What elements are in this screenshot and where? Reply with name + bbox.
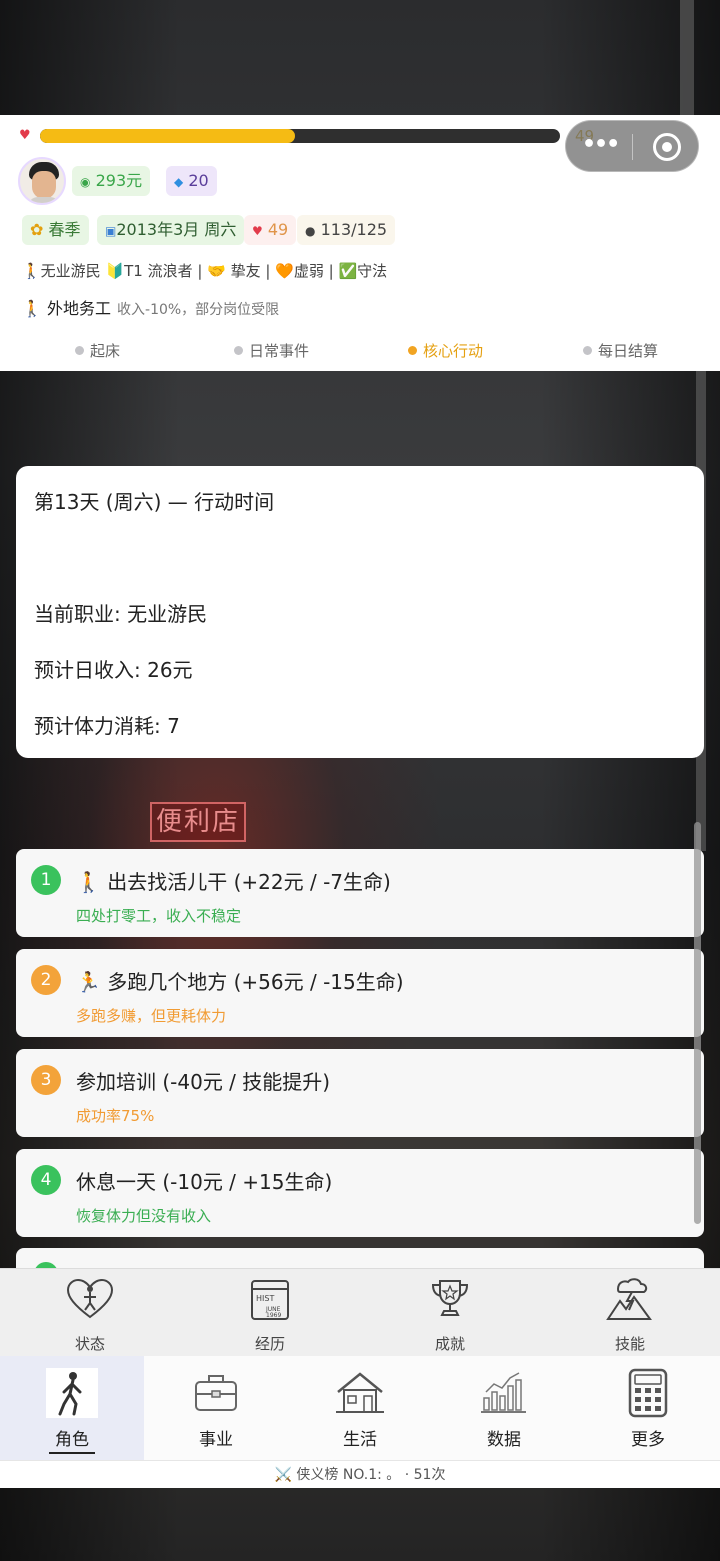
choice-subtitle: 恢复体力但没有收入 — [76, 1207, 212, 1225]
svg-text:HIST: HIST — [256, 1294, 274, 1303]
choices-scrollbar[interactable] — [694, 822, 701, 1224]
background-shop-sign: 便利店 — [150, 802, 246, 842]
calculator-grid-icon — [628, 1368, 668, 1418]
subnav-achievements[interactable]: 成就 — [360, 1269, 540, 1357]
tab-data[interactable]: 数据 — [432, 1356, 576, 1460]
choice-title: 🏃 多跑几个地方 (+56元 / -15生命) — [76, 970, 404, 994]
house-icon — [336, 1372, 384, 1413]
season-value: 春季 — [48, 220, 81, 239]
background-pole — [680, 0, 694, 115]
subnav-status[interactable]: 状态 — [0, 1269, 180, 1357]
choice-number: 4 — [31, 1165, 61, 1195]
hp-progress-bar — [40, 129, 560, 143]
avatar[interactable] — [18, 157, 66, 205]
main-tabbar: 角色 事业 生活 数据 更多 — [0, 1356, 720, 1460]
phase-daily-event: 日常事件 — [234, 340, 309, 361]
ranking-ticker[interactable]: ⚔️ 侠义榜 NO.1: 。 · 51次 — [0, 1460, 720, 1488]
debuff-title: 🚶 外地务工 — [22, 299, 112, 318]
hp-heart-icon: ♥ — [19, 128, 31, 143]
choice-title: 休息一天 (-10元 / +15生命) — [76, 1170, 333, 1194]
choice-subtitle: 成功率75% — [76, 1107, 155, 1125]
diamond-icon: ◆ — [174, 175, 184, 189]
action-choice[interactable]: 4 休息一天 (-10元 / +15生命) 恢复体力但没有收入 — [16, 1149, 704, 1237]
action-choice[interactable]: 2 🏃 多跑几个地方 (+56元 / -15生命) 多跑多赚，但更耗体力 — [16, 949, 704, 1037]
subnav-skills[interactable]: 技能 — [540, 1269, 720, 1357]
energy-badge: ● 113/125 — [297, 215, 396, 245]
briefcase-icon — [195, 1375, 237, 1411]
close-target-icon[interactable] — [653, 133, 681, 161]
choice-number: 2 — [31, 965, 61, 995]
tab-career[interactable]: 事业 — [144, 1356, 288, 1460]
walking-person-icon — [46, 1368, 98, 1418]
day-title: 第13天 (周六) — 行动时间 — [34, 490, 275, 514]
energy-value: 113/125 — [320, 220, 388, 239]
capsule-divider — [632, 134, 633, 160]
more-dots-icon[interactable]: ••• — [582, 132, 620, 157]
season-badge: ✿ 春季 — [22, 215, 89, 245]
character-status-tags: 🚶无业游民 🔰T1 流浪者 | 🤝 挚友 | 🧡虚弱 | ✅守法 — [22, 262, 388, 280]
action-choice[interactable]: 3 参加培训 (-40元 / 技能提升) 成功率75% — [16, 1049, 704, 1137]
choice-subtitle: 四处打零工，收入不稳定 — [76, 907, 242, 925]
heart-person-icon — [66, 1278, 114, 1319]
day-info-card: 第13天 (周六) — 行动时间 当前职业: 无业游民 预计日收入: 26元 预… — [16, 466, 704, 758]
phase-wake-up: 起床 — [75, 340, 120, 361]
choice-number: 3 — [31, 1065, 61, 1095]
bar-chart-icon — [481, 1372, 526, 1413]
choice-title: 参加培训 (-40元 / 技能提升) — [76, 1070, 331, 1094]
subnav-history[interactable]: HIST JUNE 1969 经历 — [180, 1269, 360, 1357]
tab-character[interactable]: 角色 — [0, 1356, 144, 1460]
miniprogram-capsule: ••• — [565, 120, 699, 172]
gem-badge: ◆ 20 — [166, 166, 217, 196]
gem-value: 20 — [188, 171, 209, 190]
choice-title: 🚶 出去找活儿干 (+22元 / -7生命) — [76, 870, 391, 894]
hp-progress-fill — [40, 129, 295, 143]
trophy-icon — [431, 1280, 469, 1316]
expected-income: 预计日收入: 26元 — [34, 658, 193, 682]
money-badge: ◉ 293元 — [72, 166, 151, 196]
choice-subtitle: 多跑多赚，但更耗体力 — [76, 1007, 227, 1025]
sunflower-icon: ✿ — [30, 220, 44, 239]
phase-daily-settlement: 每日结算 — [583, 340, 658, 361]
action-choice[interactable]: 1 🚶 出去找活儿干 (+22元 / -7生命) 四处打零工，收入不稳定 — [16, 849, 704, 937]
health-badge: ♥ 49 — [244, 215, 297, 245]
expected-stamina-cost: 预计体力消耗: 7 — [34, 714, 180, 738]
current-occupation: 当前职业: 无业游民 — [34, 602, 208, 626]
energy-dot-icon: ● — [305, 224, 316, 238]
svg-text:1969: 1969 — [266, 1312, 281, 1319]
choice-number: 1 — [31, 865, 61, 895]
debuff-line: 🚶 外地务工 收入-10%，部分岗位受限 — [22, 295, 279, 319]
phase-core-action: 核心行动 — [408, 340, 483, 361]
tab-more[interactable]: 更多 — [576, 1356, 720, 1460]
debuff-desc: 收入-10%，部分岗位受限 — [117, 302, 280, 318]
coin-icon: ◉ — [80, 175, 91, 189]
money-value: 293元 — [95, 171, 143, 190]
date-badge: ▣2013年3月 周六 — [97, 215, 245, 245]
secondary-nav: 状态 HIST JUNE 1969 经历 成就 技能 — [0, 1268, 720, 1356]
mountain-lightning-icon — [606, 1278, 652, 1320]
health-value: 49 — [267, 220, 289, 239]
heart-icon: ♥ — [252, 224, 263, 238]
tab-life[interactable]: 生活 — [288, 1356, 432, 1460]
calendar-icon: ▣ — [105, 224, 117, 238]
history-calendar-icon: HIST JUNE 1969 — [251, 1280, 289, 1320]
date-value: 2013年3月 周六 — [116, 220, 237, 239]
